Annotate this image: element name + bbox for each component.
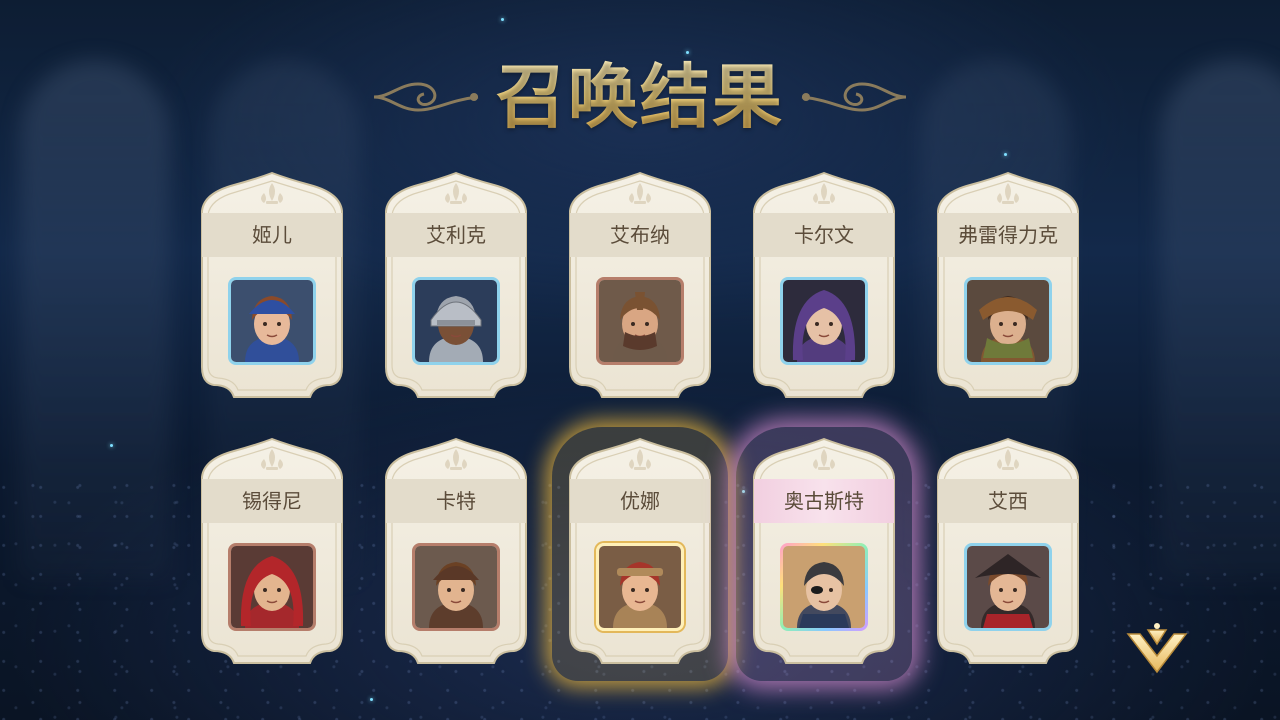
title-banner: 召唤结果 (370, 52, 910, 142)
character-name: 姬儿 (202, 213, 342, 257)
ornament-icon (801, 82, 907, 112)
result-card[interactable]: 姬儿 (194, 171, 350, 405)
portrait-blue-hat-woman (228, 277, 316, 365)
chevron-down-icon[interactable] (1124, 622, 1190, 676)
character-name: 卡特 (386, 479, 526, 523)
result-card[interactable]: 优娜 (552, 427, 728, 681)
character-name: 优娜 (570, 479, 710, 523)
result-card[interactable]: 锡得尼 (194, 437, 350, 671)
portrait-feather-hat (412, 543, 500, 631)
sparkle (501, 18, 504, 21)
result-card[interactable]: 卡尔文 (746, 171, 902, 405)
result-card[interactable]: 奥古斯特 (736, 427, 912, 681)
portrait-purple-hood (780, 277, 868, 365)
portrait-braided-woman (596, 543, 684, 631)
character-name: 卡尔文 (754, 213, 894, 257)
character-name: 艾西 (938, 479, 1078, 523)
portrait-knight-helmet (412, 277, 500, 365)
character-name: 奥古斯特 (754, 479, 894, 523)
portrait-brown-hood-scarf (964, 277, 1052, 365)
portrait-tricorn-hat (964, 543, 1052, 631)
portrait-eyepatch-officer (780, 543, 868, 631)
sparkle (110, 444, 113, 447)
result-card[interactable]: 艾西 (930, 437, 1086, 671)
character-name: 艾利克 (386, 213, 526, 257)
sparkle (370, 698, 373, 701)
portrait-red-hood (228, 543, 316, 631)
portrait-masked-mohawk (596, 277, 684, 365)
result-card[interactable]: 卡特 (378, 437, 534, 671)
result-card[interactable]: 艾利克 (378, 171, 534, 405)
character-name: 锡得尼 (202, 479, 342, 523)
result-card[interactable]: 弗雷得力克 (930, 171, 1086, 405)
sparkle (1004, 153, 1007, 156)
result-card[interactable]: 艾布纳 (562, 171, 718, 405)
character-name: 艾布纳 (570, 213, 710, 257)
character-name: 弗雷得力克 (938, 213, 1078, 257)
